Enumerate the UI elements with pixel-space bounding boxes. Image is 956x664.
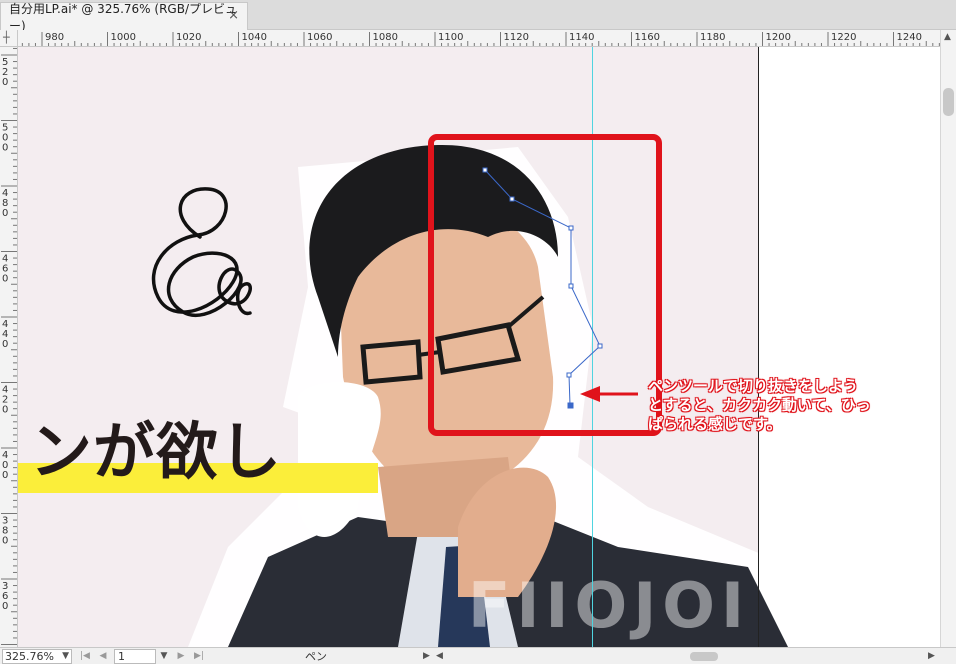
- anchor-point[interactable]: [568, 283, 574, 289]
- current-tool-label: ペン: [305, 650, 327, 663]
- ruler-origin[interactable]: ┼: [0, 30, 18, 47]
- vertical-scrollbar[interactable]: ▲: [940, 30, 956, 647]
- page-dropdown-icon[interactable]: ▼: [157, 649, 171, 664]
- overlay-layer: [428, 134, 662, 436]
- ruler-label: 1100: [438, 32, 463, 43]
- horizontal-ruler-ticks: 980 1000 1020 1040 1060 1080 1100 1120 1140 1160 1…: [21, 32, 940, 46]
- ruler-label: 0: [2, 601, 8, 612]
- canvas[interactable]: FIIOJOI ンが欲し ペンツールで切り抜きをしよう とすると、カクカク動いて…: [18, 47, 940, 647]
- ruler-label: 1140: [569, 32, 594, 43]
- ruler-label: 0: [2, 274, 8, 285]
- vertical-ruler-ticks: 520500480460440420400380360: [1, 47, 17, 645]
- ruler-label: 1200: [766, 32, 791, 43]
- anchor-point-selected[interactable]: [567, 402, 574, 409]
- ruler-label: 1160: [635, 32, 660, 43]
- ruler-origin-icon: ┼: [3, 31, 10, 44]
- ruler-label: 980: [45, 32, 64, 43]
- status-bar: 325.76% ▼ |◀ ◀ 1 ▼ ▶ ▶| ペン ▶ ◀ ▶: [0, 647, 956, 664]
- anchor-point[interactable]: [597, 343, 603, 349]
- annotation-line: とすると、カクカク動いて、ひっ: [648, 396, 871, 414]
- ruler-label: 1060: [307, 32, 332, 43]
- ruler-label: 0: [2, 77, 8, 88]
- scroll-right-icon[interactable]: ▶: [423, 649, 430, 664]
- annotation-line: ペンツールで切り抜きをしよう: [648, 377, 859, 395]
- chevron-down-icon[interactable]: ▼: [62, 650, 69, 663]
- page-input[interactable]: 1: [114, 649, 156, 664]
- ruler-label: 1020: [176, 32, 201, 43]
- ruler-label: 0: [2, 339, 8, 350]
- illustrator-window: 自分用LP.ai* @ 325.76% (RGB/プレビュー) × ┼ 980 1…: [0, 0, 956, 664]
- ruler-label: 0: [2, 405, 8, 416]
- annotation-arrow: [580, 386, 638, 402]
- vertical-scroll-thumb[interactable]: [943, 88, 954, 116]
- document-tab-bar: 自分用LP.ai* @ 325.76% (RGB/プレビュー) ×: [0, 0, 956, 33]
- ruler-label: 0: [2, 536, 8, 547]
- prev-page-icon[interactable]: ◀: [96, 649, 110, 664]
- horizontal-ruler[interactable]: 980 1000 1020 1040 1060 1080 1100 1120 1140 1160 1…: [18, 30, 940, 47]
- scroll-end-icon[interactable]: ▶: [928, 649, 935, 664]
- anchor-point[interactable]: [482, 167, 488, 173]
- ruler-label: 1080: [373, 32, 398, 43]
- headline-text: ンが欲し: [30, 415, 283, 488]
- close-icon[interactable]: ×: [228, 8, 239, 23]
- ruler-label: 1240: [897, 32, 922, 43]
- first-page-icon[interactable]: |◀: [78, 649, 92, 664]
- horizontal-scroll-thumb[interactable]: [690, 652, 718, 661]
- document-tab[interactable]: 自分用LP.ai* @ 325.76% (RGB/プレビュー) ×: [0, 2, 248, 33]
- scroll-up-icon[interactable]: ▲: [944, 32, 951, 42]
- annotation-text: ペンツールで切り抜きをしよう とすると、カクカク動いて、ひっ ぱられる感じです。: [648, 377, 871, 434]
- ruler-label: 1000: [111, 32, 136, 43]
- ruler-label: 1180: [700, 32, 725, 43]
- ruler-label: 0: [2, 470, 8, 481]
- highlight-frame: [428, 134, 662, 436]
- ruler-label: 0: [2, 208, 8, 219]
- last-page-icon[interactable]: ▶|: [192, 649, 206, 664]
- annotation-line: ぱられる感じです。: [648, 415, 782, 433]
- anchor-point[interactable]: [509, 196, 515, 202]
- document-tab-title: 自分用LP.ai* @ 325.76% (RGB/プレビュー): [9, 1, 237, 33]
- page-value: 1: [118, 650, 125, 663]
- ruler-label: 1040: [242, 32, 267, 43]
- scroll-left-icon[interactable]: ◀: [436, 649, 443, 664]
- next-page-icon[interactable]: ▶: [174, 649, 188, 664]
- ruler-label: 0: [2, 143, 8, 154]
- anchor-point[interactable]: [568, 225, 574, 231]
- ruler-label: 1220: [831, 32, 856, 43]
- ruler-label: 1120: [504, 32, 529, 43]
- zoom-select[interactable]: 325.76% ▼: [2, 649, 72, 664]
- zoom-value: 325.76%: [5, 650, 54, 663]
- pen-path[interactable]: [482, 167, 603, 409]
- vertical-ruler[interactable]: 520500480460440420400380360: [0, 47, 18, 647]
- anchor-point[interactable]: [566, 372, 572, 378]
